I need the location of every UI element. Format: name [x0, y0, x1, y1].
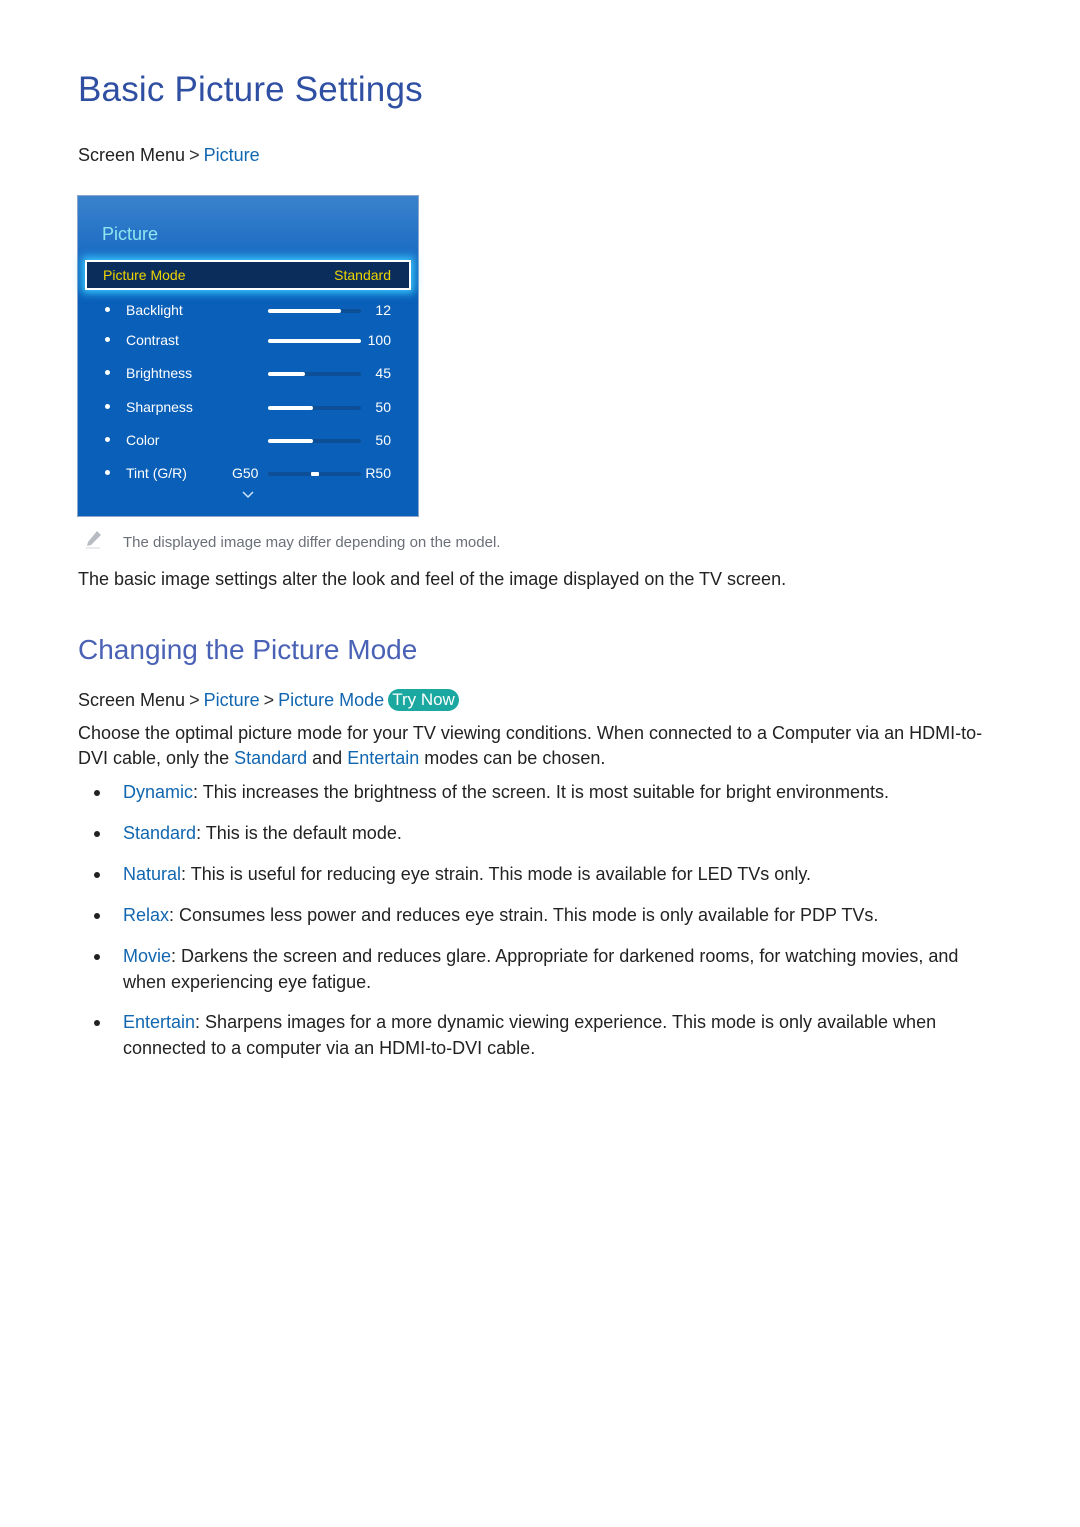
- list-item-natural: Natural: This is useful for reducing eye…: [123, 861, 1003, 887]
- intro-paragraph: The basic image settings alter the look …: [78, 569, 787, 589]
- slider-track[interactable]: [268, 372, 361, 376]
- chevron-right-icon: >: [263, 690, 275, 710]
- chevron-right-icon: >: [189, 690, 200, 710]
- bullet-icon: [94, 790, 100, 796]
- setting-label: Color: [126, 432, 160, 448]
- setting-row-sharpness[interactable]: Sharpness 50: [78, 397, 418, 419]
- bullet-icon: [105, 404, 110, 409]
- slider-track[interactable]: [268, 439, 361, 443]
- mode-desc: : This is the default mode.: [196, 823, 402, 843]
- breadcrumb-link-picture[interactable]: Picture: [204, 690, 260, 710]
- list-item-standard: Standard: This is the default mode.: [123, 820, 1003, 846]
- slider-track[interactable]: [268, 309, 361, 313]
- bullet-icon: [94, 954, 100, 960]
- bullet-icon: [94, 872, 100, 878]
- slider-track[interactable]: [268, 339, 361, 343]
- mode-name: Natural: [123, 864, 182, 884]
- slider-fill: [268, 309, 342, 313]
- setting-row-brightness[interactable]: Brightness 45: [78, 363, 418, 385]
- tint-slider-track[interactable]: [268, 472, 361, 476]
- setting-value: 12: [375, 302, 391, 318]
- tint-right-value: R50: [365, 465, 391, 481]
- setting-value: 100: [367, 332, 391, 348]
- bullet-icon: [94, 1020, 100, 1026]
- breadcrumb: Screen Menu > Picture: [78, 145, 260, 166]
- setting-row-contrast[interactable]: Contrast 100: [78, 330, 418, 352]
- tv-picture-menu-image: Picture Picture Mode Standard Backlight …: [77, 195, 419, 517]
- mode-desc: : This increases the brightness of the s…: [193, 782, 890, 802]
- mode-name: Movie: [123, 946, 172, 966]
- breadcrumb-link-picture[interactable]: Picture: [204, 145, 260, 165]
- breadcrumb-root: Screen Menu: [78, 690, 186, 710]
- page-title: Basic Picture Settings: [78, 70, 423, 109]
- slider-fill: [268, 372, 306, 376]
- list-item-dynamic: Dynamic: This increases the brightness o…: [123, 779, 1003, 805]
- setting-row-tint[interactable]: Tint (G/R) G50 R50: [78, 463, 418, 485]
- para-text: modes can be chosen.: [419, 748, 606, 768]
- bullet-icon: [105, 470, 110, 475]
- picture-mode-label: Picture Mode: [103, 267, 186, 283]
- mode-name: Standard: [123, 823, 197, 843]
- mode-name: Dynamic: [123, 782, 194, 802]
- setting-label: Tint (G/R): [126, 465, 187, 481]
- tv-menu-title: Picture: [102, 224, 159, 244]
- tint-slider-marker: [310, 472, 319, 476]
- section-breadcrumb: Screen Menu > Picture > Picture Mode Try Now: [78, 689, 459, 711]
- setting-label: Sharpness: [126, 399, 193, 415]
- section-title: Changing the Picture Mode: [78, 634, 418, 665]
- picture-mode-row[interactable]: Picture Mode Standard: [85, 260, 411, 290]
- breadcrumb-link-picture-mode[interactable]: Picture Mode: [278, 690, 384, 710]
- chevron-right-icon: >: [189, 145, 200, 165]
- section-paragraph: Choose the optimal picture mode for your…: [78, 721, 1008, 771]
- slider-fill: [268, 339, 361, 343]
- bullet-icon: [105, 437, 110, 442]
- list-item-entertain: Entertain: Sharpens images for a more dy…: [123, 1009, 1003, 1061]
- setting-row-backlight[interactable]: Backlight 12: [78, 300, 418, 322]
- setting-value: 50: [375, 399, 391, 415]
- mode-name: Relax: [123, 905, 170, 925]
- mode-desc: : Consumes less power and reduces eye st…: [169, 905, 879, 925]
- setting-row-color[interactable]: Color 50: [78, 430, 418, 452]
- list-item-movie: Movie: Darkens the screen and reduces gl…: [123, 943, 983, 995]
- slider-fill: [268, 439, 313, 443]
- mode-name: Entertain: [123, 1012, 196, 1032]
- breadcrumb-root: Screen Menu: [78, 145, 186, 165]
- tint-left-value: G50: [232, 465, 259, 481]
- mode-desc: : Sharpens images for a more dynamic vie…: [123, 1012, 937, 1058]
- try-now-button[interactable]: Try Now: [388, 689, 459, 711]
- keyword-standard: Standard: [234, 748, 308, 768]
- slider-fill: [268, 406, 313, 410]
- pencil-icon: [86, 531, 101, 549]
- keyword-entertain: Entertain: [347, 748, 420, 768]
- bullet-icon: [105, 337, 110, 342]
- bullet-icon: [94, 831, 100, 837]
- picture-mode-value: Standard: [334, 267, 391, 283]
- setting-label: Contrast: [126, 332, 179, 348]
- chevron-down-icon[interactable]: [241, 488, 255, 502]
- note-text: The displayed image may differ depending…: [123, 534, 501, 551]
- list-item-relax: Relax: Consumes less power and reduces e…: [123, 902, 1003, 928]
- bullet-icon: [94, 913, 100, 919]
- slider-track[interactable]: [268, 406, 361, 410]
- bullet-icon: [105, 307, 110, 312]
- setting-value: 50: [375, 432, 391, 448]
- mode-desc: : This is useful for reducing eye strain…: [181, 864, 811, 884]
- mode-desc: : Darkens the screen and reduces glare. …: [123, 946, 959, 992]
- setting-value: 45: [375, 365, 391, 381]
- setting-label: Backlight: [126, 302, 183, 318]
- setting-label: Brightness: [126, 365, 193, 381]
- para-text: and: [307, 748, 348, 768]
- bullet-icon: [105, 370, 110, 375]
